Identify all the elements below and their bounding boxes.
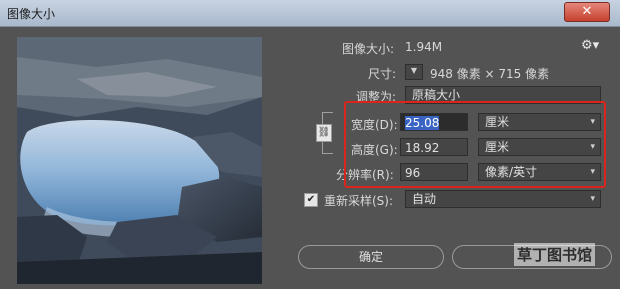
image-size-value: 1.94M	[405, 40, 443, 54]
image-size-label: 图像大小:	[342, 42, 395, 56]
ok-button-label: 确定	[358, 250, 383, 264]
checkmark-icon: ✔	[306, 194, 316, 205]
dimensions-value: 948 像素 × 715 像素	[430, 67, 550, 81]
resample-select[interactable]: 自动 ▾	[405, 190, 601, 208]
watermark-logo: 草丁图书馆	[514, 243, 596, 266]
title-bar: 图像大小 ✕	[0, 0, 620, 27]
chevron-down-icon: ▾	[590, 194, 595, 204]
fit-to-value: 原稿大小	[412, 88, 461, 102]
chain-link-icon[interactable]: ⛓	[316, 124, 332, 142]
ok-button[interactable]: 确定	[298, 245, 444, 269]
chevron-down-icon: ▼	[410, 66, 418, 75]
image-size-dialog: 图像大小 ✕ 图像大小: 1.94M ⚙▾ 尺寸: ▼ 948 像素 × 715…	[0, 0, 620, 289]
close-icon: ✕	[581, 4, 593, 19]
image-preview[interactable]	[17, 37, 262, 284]
window-title: 图像大小	[7, 7, 56, 21]
preview-photo	[17, 37, 262, 284]
dimensions-unit-dropdown[interactable]: ▼	[405, 64, 423, 80]
close-button[interactable]: ✕	[564, 2, 610, 22]
dimensions-label: 尺寸:	[368, 67, 397, 81]
resample-label: 重新采样(S):	[324, 194, 394, 208]
resample-value: 自动	[412, 192, 437, 206]
highlight-annotation	[344, 101, 606, 188]
resample-checkbox[interactable]: ✔	[304, 193, 318, 207]
gear-icon[interactable]: ⚙▾	[581, 38, 599, 53]
